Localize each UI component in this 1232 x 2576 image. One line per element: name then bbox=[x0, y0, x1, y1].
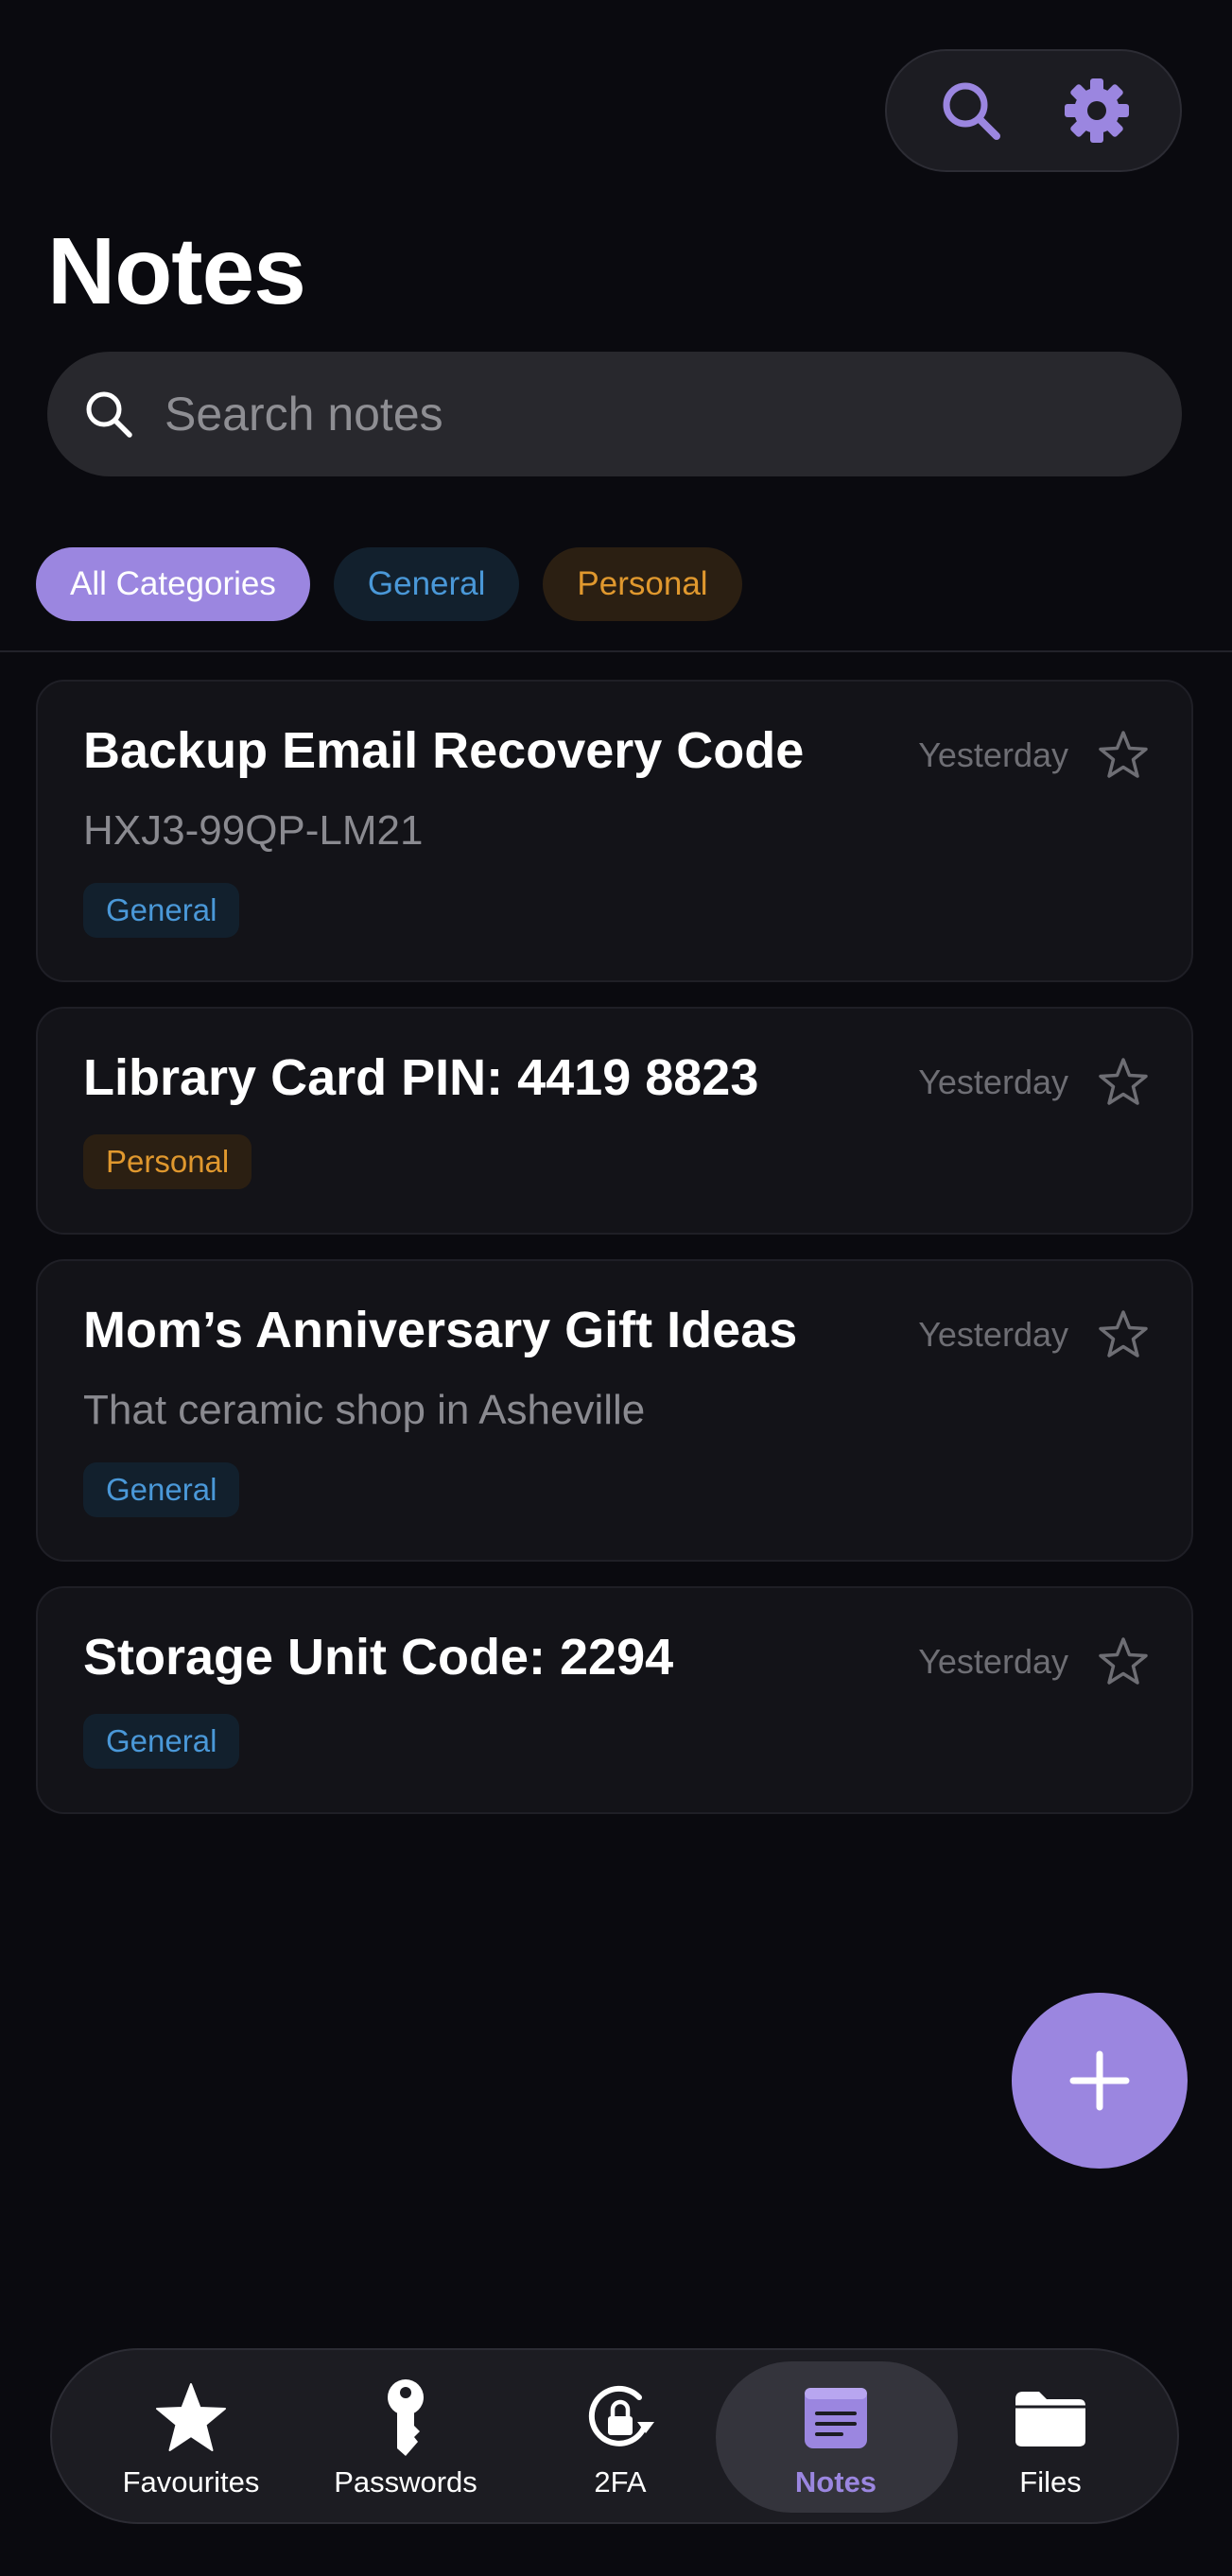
note-title: Storage Unit Code: 2294 bbox=[83, 1629, 674, 1686]
note-card[interactable]: Backup Email Recovery Code HXJ3-99QP-LM2… bbox=[36, 680, 1193, 982]
note-category-tag: General bbox=[83, 883, 240, 938]
add-note-button[interactable] bbox=[1012, 1993, 1188, 2169]
note-date: Yesterday bbox=[918, 1063, 1068, 1101]
star-icon[interactable] bbox=[1097, 729, 1150, 782]
tab-favourites[interactable]: Favourites bbox=[87, 2350, 295, 2526]
note-card[interactable]: Mom’s Anniversary Gift Ideas That cerami… bbox=[36, 1259, 1193, 1562]
divider bbox=[0, 650, 1232, 652]
note-title: Mom’s Anniversary Gift Ideas bbox=[83, 1302, 798, 1358]
note-preview: That ceramic shop in Asheville bbox=[83, 1387, 646, 1433]
notes-list: Backup Email Recovery Code HXJ3-99QP-LM2… bbox=[36, 680, 1193, 1839]
tab-label: Notes bbox=[794, 2465, 877, 2498]
star-icon[interactable] bbox=[1097, 1308, 1150, 1361]
note-date: Yesterday bbox=[918, 735, 1068, 774]
page-title: Notes bbox=[47, 218, 306, 324]
chip-personal[interactable]: Personal bbox=[543, 547, 742, 621]
search-bar[interactable] bbox=[47, 352, 1182, 476]
search-icon bbox=[943, 82, 1000, 140]
settings-button[interactable] bbox=[1059, 73, 1135, 148]
tab-label: Files bbox=[1019, 2465, 1082, 2498]
note-title: Library Card PIN: 4419 8823 bbox=[83, 1049, 759, 1106]
note-date: Yesterday bbox=[918, 1315, 1068, 1354]
notes-icon bbox=[805, 2388, 867, 2448]
note-category-tag: Personal bbox=[83, 1134, 252, 1189]
note-title: Backup Email Recovery Code bbox=[83, 722, 805, 779]
folder-icon bbox=[1015, 2392, 1085, 2446]
tab-label: 2FA bbox=[594, 2465, 647, 2498]
note-category-tag: General bbox=[83, 1462, 240, 1517]
category-filter: All Categories General Personal bbox=[36, 547, 742, 621]
top-actions bbox=[885, 49, 1182, 172]
note-preview: HXJ3-99QP-LM21 bbox=[83, 807, 424, 854]
tab-notes[interactable]: Notes bbox=[716, 2350, 958, 2526]
note-card[interactable]: Storage Unit Code: 2294 General Yesterda… bbox=[36, 1586, 1193, 1814]
key-icon bbox=[388, 2379, 424, 2456]
star-icon bbox=[156, 2383, 226, 2451]
plus-icon bbox=[1069, 2050, 1130, 2111]
bottom-tab-bar: Favourites Passwords 2FA Notes Files bbox=[50, 2348, 1179, 2524]
gear-icon bbox=[1064, 78, 1129, 143]
chip-all-categories[interactable]: All Categories bbox=[36, 547, 310, 621]
note-card[interactable]: Library Card PIN: 4419 8823 Personal Yes… bbox=[36, 1007, 1193, 1235]
star-icon[interactable] bbox=[1097, 1056, 1150, 1109]
tab-2fa[interactable]: 2FA bbox=[516, 2350, 724, 2526]
lock-rotate-icon bbox=[588, 2385, 654, 2446]
search-icon bbox=[86, 391, 132, 438]
note-category-tag: General bbox=[83, 1714, 240, 1769]
note-date: Yesterday bbox=[918, 1642, 1068, 1681]
tab-label: Favourites bbox=[122, 2465, 260, 2498]
tab-passwords[interactable]: Passwords bbox=[302, 2350, 510, 2526]
chip-general[interactable]: General bbox=[333, 547, 520, 621]
search-input[interactable] bbox=[165, 387, 1182, 441]
search-button[interactable] bbox=[933, 73, 1009, 148]
tab-files[interactable]: Files bbox=[946, 2350, 1154, 2526]
notes-screen: Notes All Categories General Personal Ba… bbox=[0, 0, 1232, 2576]
tab-label: Passwords bbox=[334, 2465, 477, 2498]
star-icon[interactable] bbox=[1097, 1635, 1150, 1688]
